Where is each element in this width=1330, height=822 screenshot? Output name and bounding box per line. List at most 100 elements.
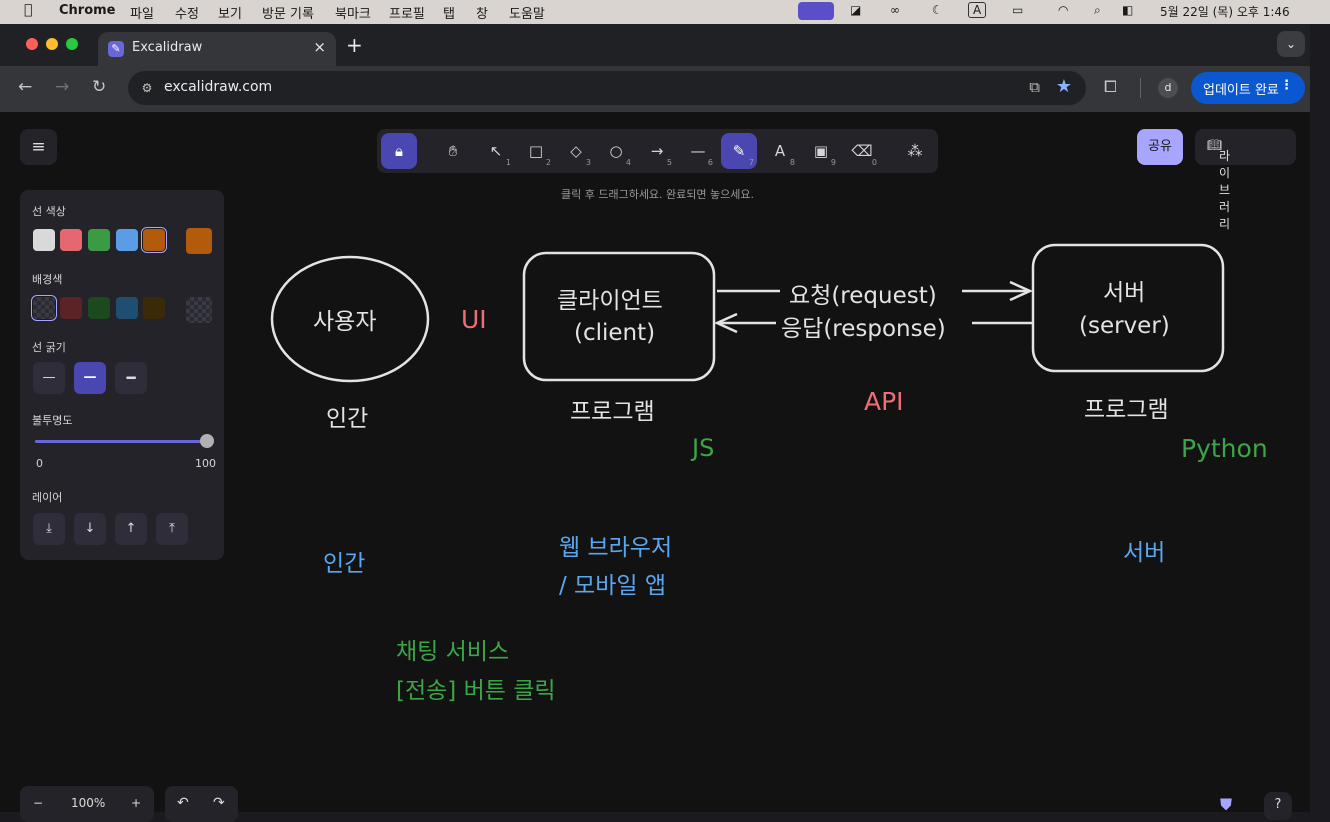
web-browser-label-line2[interactable]: / 모바일 앱 [559, 566, 666, 600]
bookmark-star-icon[interactable]: ★ [1056, 76, 1072, 97]
install-app-icon[interactable]: ⧉ [1029, 78, 1040, 96]
background-color-swatch[interactable] [33, 297, 55, 319]
background-color-swatch[interactable] [143, 297, 165, 319]
tool-arrow-icon[interactable]: → 5 [639, 133, 675, 169]
background-color-swatch[interactable] [116, 297, 138, 319]
web-browser-label-line1[interactable]: 웹 브라우저 [559, 528, 672, 562]
api-label[interactable]: API [864, 387, 904, 416]
url-text[interactable]: excalidraw.com [164, 79, 272, 95]
menu-tab[interactable]: 탭 [443, 3, 455, 22]
new-tab-button[interactable]: + [346, 33, 363, 57]
stroke-width-bold-button[interactable]: — [74, 362, 106, 394]
tool-lock-icon[interactable]: 🔒︎ [381, 133, 417, 169]
undo-icon[interactable]: ↶ [177, 795, 189, 811]
menu-history[interactable]: 방문 기록 [262, 3, 314, 22]
tool-image-icon[interactable]: ▣ 9 [803, 133, 839, 169]
background-color-current[interactable] [186, 297, 212, 323]
stroke-color-swatch[interactable] [116, 229, 138, 251]
background-color-swatch[interactable] [60, 297, 82, 319]
zoom-level[interactable]: 100% [71, 796, 105, 810]
profile-avatar[interactable]: d [1158, 78, 1178, 98]
stroke-color-swatch[interactable] [33, 229, 55, 251]
menu-window[interactable]: 창 [476, 3, 488, 22]
share-button[interactable]: 공유 [1137, 129, 1183, 165]
tool-rectangle-icon[interactable]: □ 2 [518, 133, 554, 169]
redo-icon[interactable]: ↷ [213, 795, 225, 811]
apple-icon[interactable]:  [24, 2, 32, 18]
zoom-in-button[interactable]: + [131, 796, 141, 810]
ui-label[interactable]: UI [461, 305, 487, 334]
send-to-back-icon[interactable]: ⤓ [33, 513, 65, 545]
tool-eraser-icon[interactable]: ⌫ 0 [844, 133, 880, 169]
window-zoom-button[interactable] [66, 38, 78, 50]
server-program-label[interactable]: 프로그램 [1084, 390, 1169, 424]
chat-label-line2[interactable]: [전송] 버튼 클릭 [396, 671, 556, 705]
input-source-icon[interactable]: A [968, 2, 987, 18]
client-label-line1[interactable]: 클라이언트 [557, 281, 663, 315]
menu-file[interactable]: 파일 [130, 3, 154, 22]
tool-hand-icon[interactable]: ✋︎ [435, 133, 471, 169]
tool-text-icon[interactable]: A8 [762, 133, 798, 169]
opacity-slider-knob[interactable] [200, 434, 214, 448]
tool-draw-icon[interactable]: ✎ 7 [721, 133, 757, 169]
tab-excalidraw[interactable]: ✎ Excalidraw × [98, 32, 336, 66]
tool-diamond-icon[interactable]: ◇ 3 [558, 133, 594, 169]
server-blue-label[interactable]: 서버 [1123, 533, 1165, 567]
menubar-clock[interactable]: 5월 22일 (목) 오후 1:46 [1160, 3, 1290, 20]
window-minimize-button[interactable] [46, 38, 58, 50]
battery-icon[interactable]: ▭ [1012, 3, 1023, 17]
control-center-icon[interactable]: ◧ [1122, 3, 1133, 17]
glasses-icon[interactable]: ∞ [890, 3, 900, 17]
menu-chrome[interactable]: Chrome [59, 3, 116, 18]
forward-arrow-icon[interactable]: → [55, 77, 69, 97]
menu-bookmarks[interactable]: 북마크 [335, 3, 371, 22]
screen-share-icon[interactable] [798, 2, 834, 20]
stroke-color-current[interactable] [186, 228, 212, 254]
encryption-shield-icon[interactable]: ⛊ [1220, 795, 1232, 815]
menu-profiles[interactable]: 프로필 [389, 3, 425, 22]
stroke-width-extra-bold-button[interactable]: ━ [115, 362, 147, 394]
stroke-color-swatch[interactable] [60, 229, 82, 251]
bring-to-front-icon[interactable]: ⤒ [156, 513, 188, 545]
menu-edit[interactable]: 수정 [175, 3, 199, 22]
human-blue-label[interactable]: 인간 [323, 544, 365, 578]
window-close-button[interactable] [26, 38, 38, 50]
tool-more-tools-icon[interactable]: ⁂ [897, 133, 933, 169]
tab-close-icon[interactable]: × [313, 38, 326, 56]
more-vert-icon[interactable]: ⋮ [1280, 78, 1293, 93]
address-bar[interactable]: ⚙ excalidraw.com ⧉ ★ [128, 71, 1086, 105]
user-node-label[interactable]: 사용자 [313, 302, 376, 336]
human-label[interactable]: 인간 [326, 399, 368, 433]
js-label[interactable]: JS [692, 434, 714, 462]
tool-ellipse-icon[interactable]: ○ 4 [598, 133, 634, 169]
response-label[interactable]: 응답(response) [781, 309, 946, 343]
python-label[interactable]: Python [1181, 434, 1268, 463]
server-label-line2[interactable]: (server) [1079, 313, 1170, 339]
stroke-color-swatch[interactable] [88, 229, 110, 251]
client-program-label[interactable]: 프로그램 [570, 392, 655, 426]
menu-view[interactable]: 보기 [218, 3, 242, 22]
status-app-icon[interactable]: ◪ [850, 3, 861, 17]
send-backward-icon[interactable]: ↓ [74, 513, 106, 545]
extensions-puzzle-icon[interactable]: ⧠ [1104, 77, 1117, 97]
menu-help[interactable]: 도움말 [509, 3, 545, 22]
client-label-line2[interactable]: (client) [574, 320, 655, 346]
tool-selection-icon[interactable]: ↖ 1 [478, 133, 514, 169]
help-button[interactable]: ? [1264, 792, 1292, 820]
tab-search-chevron-icon[interactable]: ⌄ [1277, 31, 1305, 57]
search-icon[interactable]: ⌕ [1094, 3, 1101, 18]
site-info-icon[interactable]: ⚙ [138, 79, 156, 97]
reload-icon[interactable]: ↻ [92, 77, 106, 97]
moon-icon[interactable]: ☾ [932, 3, 943, 17]
server-label-line1[interactable]: 서버 [1103, 273, 1145, 307]
hamburger-icon[interactable]: ≡ [20, 129, 57, 165]
wifi-icon[interactable]: ◠ [1058, 3, 1068, 17]
stroke-color-swatch[interactable] [143, 229, 165, 251]
bring-forward-icon[interactable]: ↑ [115, 513, 147, 545]
library-button[interactable]: 📖︎ 라이브러리 [1195, 129, 1296, 231]
tool-line-icon[interactable]: —6 [680, 133, 716, 169]
chat-label-line1[interactable]: 채팅 서비스 [396, 632, 509, 666]
background-color-swatch[interactable] [88, 297, 110, 319]
update-button[interactable]: 업데이트 완료 ⋮ [1191, 72, 1305, 104]
back-arrow-icon[interactable]: ← [18, 77, 32, 97]
